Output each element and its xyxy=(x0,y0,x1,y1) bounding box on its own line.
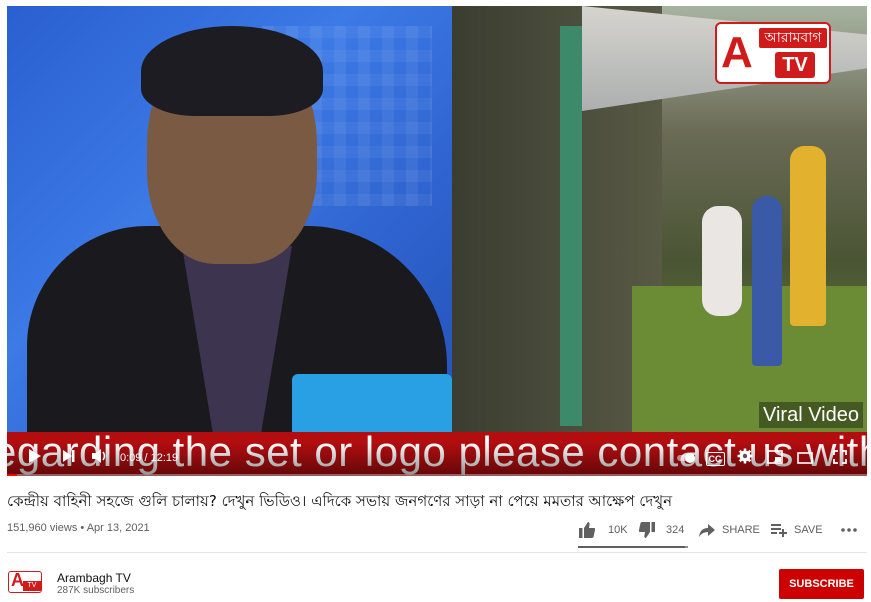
like-count: 10K xyxy=(608,524,628,536)
divider xyxy=(7,552,867,553)
channel-watermark-logo: A আরামবাগ TV xyxy=(715,22,831,84)
time-current: 0:09 xyxy=(120,452,142,464)
video-title: কেন্দ্রীয় বাহিনী সহজে গুলি চালায়? দেখু… xyxy=(7,492,673,510)
person xyxy=(790,146,826,326)
person xyxy=(702,206,742,316)
avatar-tv: TV xyxy=(23,581,41,591)
channel-name[interactable]: Arambagh TV xyxy=(57,571,131,585)
more-actions-button[interactable] xyxy=(840,516,858,544)
channel-avatar[interactable]: A TV xyxy=(8,571,42,593)
logo-name: আরামবাগ xyxy=(759,28,827,48)
progress-bar-fill xyxy=(7,474,18,476)
logo-tv: TV xyxy=(775,52,815,78)
time-display: 0:09 / 12:19 xyxy=(120,452,178,464)
video-frame-anchor xyxy=(7,6,452,432)
save-label: SAVE xyxy=(794,524,823,536)
add-to-playlist-icon xyxy=(770,521,788,539)
gear-icon[interactable] xyxy=(734,448,756,470)
skip-next-icon[interactable] xyxy=(59,448,79,470)
time-separator: / xyxy=(141,452,151,464)
thumbs-down-icon xyxy=(638,521,656,539)
view-count: 151,960 views xyxy=(7,522,78,534)
pillar xyxy=(560,26,582,426)
video-player[interactable]: A আরামবাগ TV Viral Video egarding the se… xyxy=(7,6,867,476)
publish-date: Apr 13, 2021 xyxy=(86,522,150,534)
miniplayer-icon[interactable] xyxy=(764,448,786,470)
share-button[interactable]: SHARE xyxy=(698,516,760,544)
subscribe-button[interactable]: SUBSCRIBE xyxy=(779,569,864,599)
share-label: SHARE xyxy=(722,524,760,536)
like-button[interactable]: 10K xyxy=(578,516,628,544)
captions-icon[interactable]: CC xyxy=(704,448,726,470)
viral-video-label: Viral Video xyxy=(759,402,863,428)
dislike-button[interactable]: 324 xyxy=(638,516,684,544)
more-horizontal-icon xyxy=(840,521,858,539)
player-controls: 0:09 / 12:19 CC xyxy=(7,442,867,476)
fullscreen-icon[interactable] xyxy=(829,448,851,470)
progress-bar[interactable] xyxy=(7,474,867,476)
play-icon[interactable] xyxy=(25,448,45,470)
person xyxy=(752,196,782,366)
time-total: 12:19 xyxy=(150,452,179,464)
like-ratio-bar xyxy=(578,546,688,548)
logo-letter: A xyxy=(721,28,753,77)
subscriber-count: 287K subscribers xyxy=(57,585,135,596)
video-meta: 151,960 views • Apr 13, 2021 xyxy=(7,522,150,534)
theater-mode-icon[interactable] xyxy=(794,448,816,470)
captions-label: CC xyxy=(705,452,725,466)
anchor-hair xyxy=(141,26,323,116)
dislike-count: 324 xyxy=(666,524,685,536)
date-separator: • xyxy=(77,522,87,534)
autoplay-toggle-icon[interactable] xyxy=(675,448,697,470)
volume-icon[interactable] xyxy=(89,448,111,470)
share-icon xyxy=(698,521,716,539)
laptop xyxy=(292,374,452,432)
save-button[interactable]: SAVE xyxy=(770,516,823,544)
like-ratio-fill xyxy=(578,546,685,548)
thumbs-up-icon xyxy=(578,521,596,539)
